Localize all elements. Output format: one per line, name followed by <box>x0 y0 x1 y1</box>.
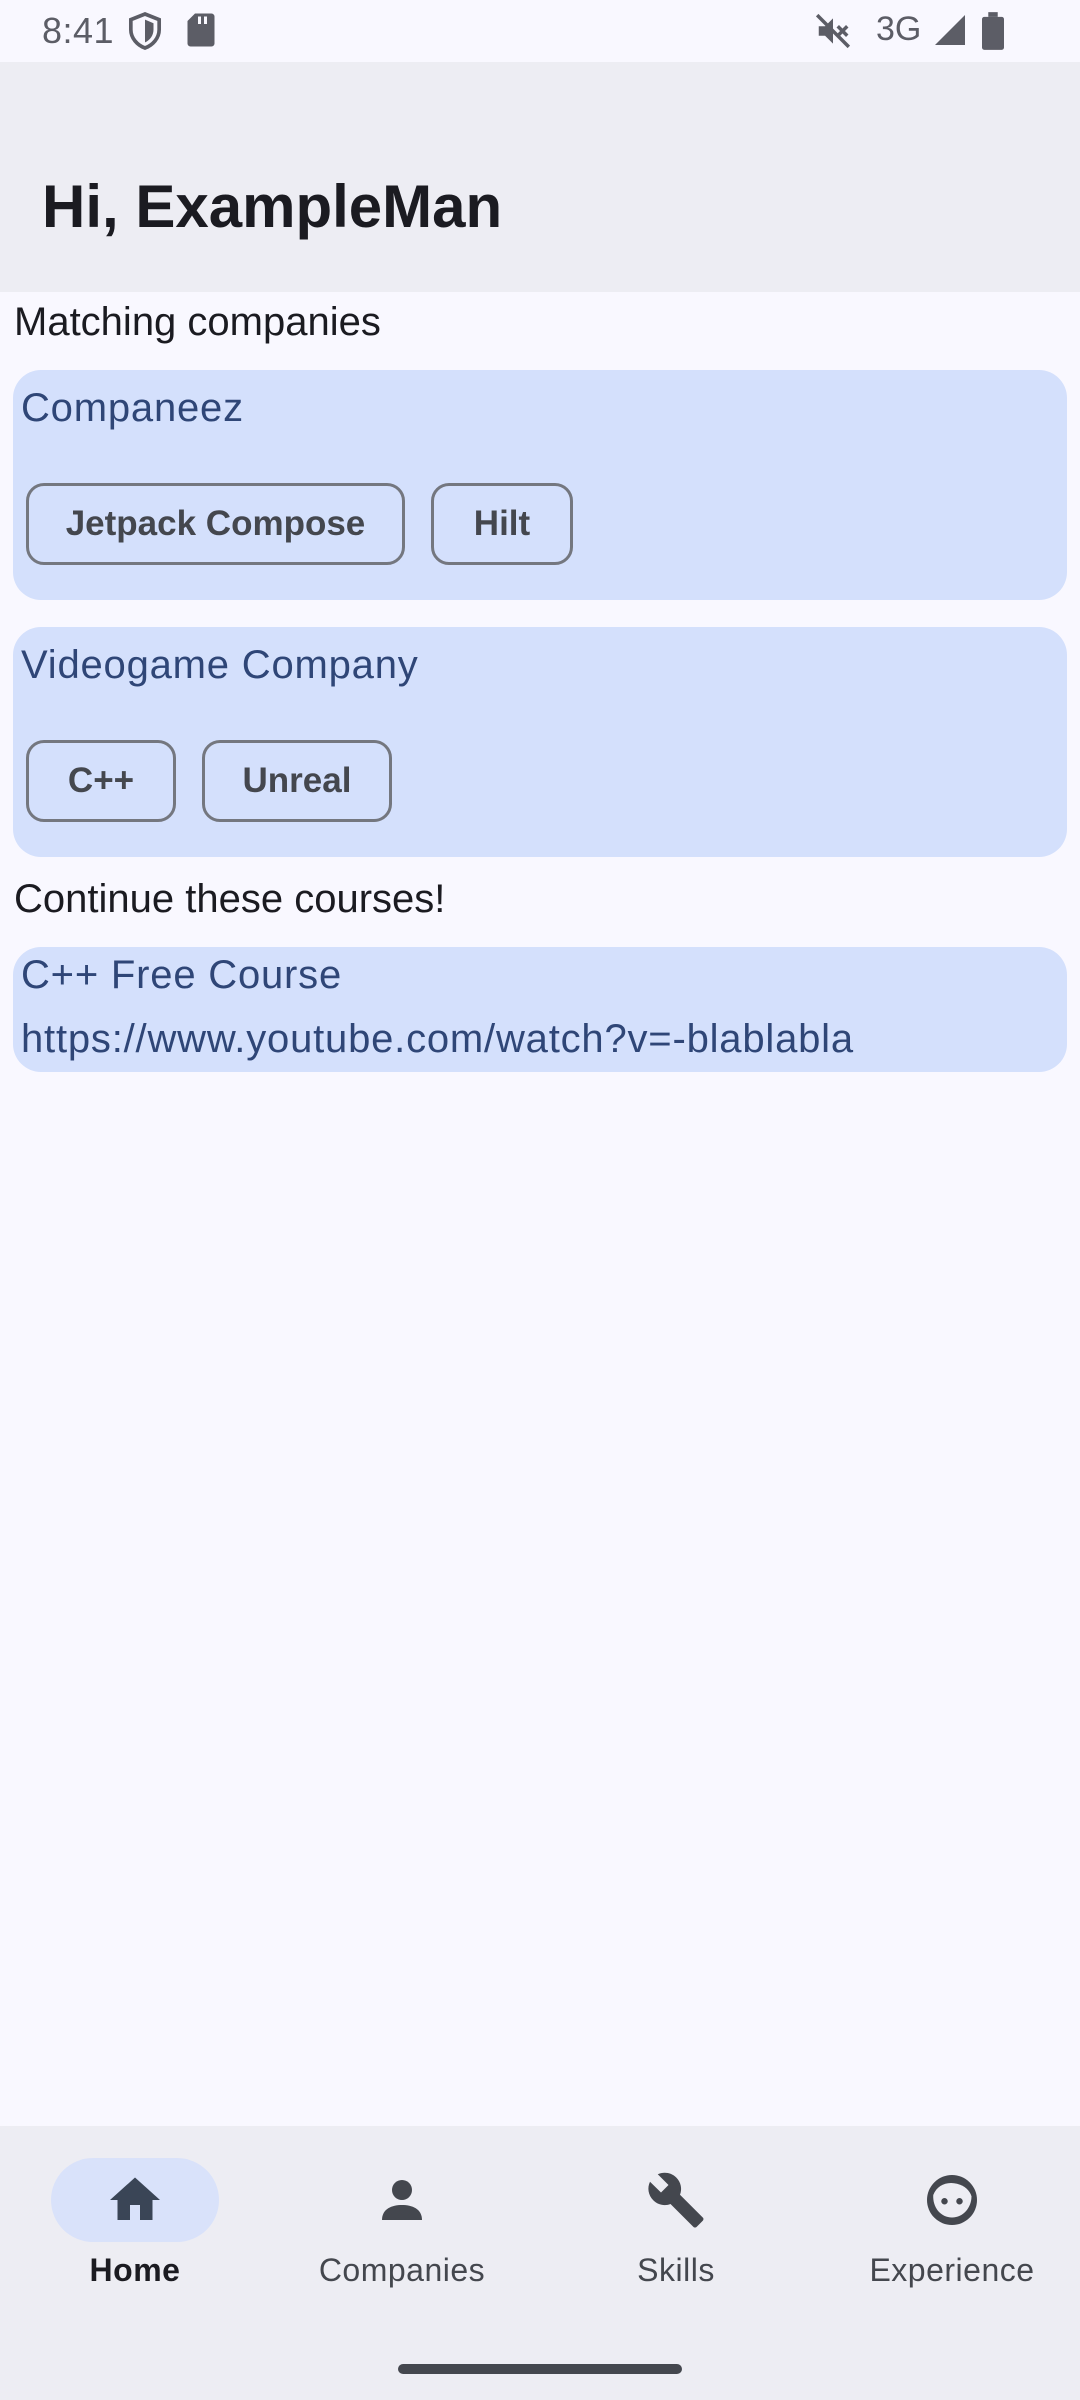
company-card[interactable]: Companeez Jetpack Compose Hilt <box>13 370 1067 600</box>
nav-item-skills[interactable]: Skills <box>541 2126 811 2326</box>
nav-item-experience[interactable]: Experience <box>817 2126 1080 2326</box>
battery-icon <box>982 12 1004 50</box>
nav-label-skills: Skills <box>637 2252 715 2288</box>
status-bar: 8:41 3G <box>0 0 1080 62</box>
top-app-bar: Hi, ExampleMan <box>0 62 1080 292</box>
course-card[interactable]: C++ Free Course https://www.youtube.com/… <box>13 947 1067 1072</box>
skill-chip[interactable]: Hilt <box>431 483 573 565</box>
skill-chip[interactable]: Jetpack Compose <box>26 483 405 565</box>
screen: 8:41 3G Hi, ExampleMan Matching companie… <box>0 0 1080 2400</box>
gesture-home-indicator[interactable] <box>398 2364 682 2374</box>
company-name: Companeez <box>21 386 244 430</box>
face-icon <box>927 2175 977 2225</box>
shield-icon <box>128 12 162 50</box>
courses-title: Continue these courses! <box>14 877 446 921</box>
person-icon <box>382 2180 422 2220</box>
network-type: 3G <box>876 10 922 48</box>
greeting-title: Hi, ExampleMan <box>42 173 503 240</box>
course-name: C++ Free Course <box>21 953 343 997</box>
bottom-navigation: Home Companies Skills Experience <box>0 2126 1080 2400</box>
matching-companies-title: Matching companies <box>14 300 381 344</box>
company-card[interactable]: Videogame Company C++ Unreal <box>13 627 1067 857</box>
nav-label-experience: Experience <box>869 2252 1035 2288</box>
sd-card-icon <box>187 13 215 47</box>
skill-chip[interactable]: C++ <box>26 740 176 822</box>
nav-item-home[interactable]: Home <box>0 2126 270 2326</box>
status-time: 8:41 <box>42 10 115 51</box>
wrench-icon <box>648 2172 704 2228</box>
mute-icon <box>815 13 851 49</box>
course-url-link[interactable]: https://www.youtube.com/watch?v=-blablab… <box>21 1017 854 1062</box>
nav-item-companies[interactable]: Companies <box>267 2126 537 2326</box>
nav-label-home: Home <box>89 2252 181 2288</box>
home-icon <box>110 2177 160 2220</box>
signal-icon <box>935 15 965 45</box>
skill-chip[interactable]: Unreal <box>202 740 392 822</box>
nav-label-companies: Companies <box>318 2252 486 2288</box>
company-name: Videogame Company <box>21 643 419 687</box>
